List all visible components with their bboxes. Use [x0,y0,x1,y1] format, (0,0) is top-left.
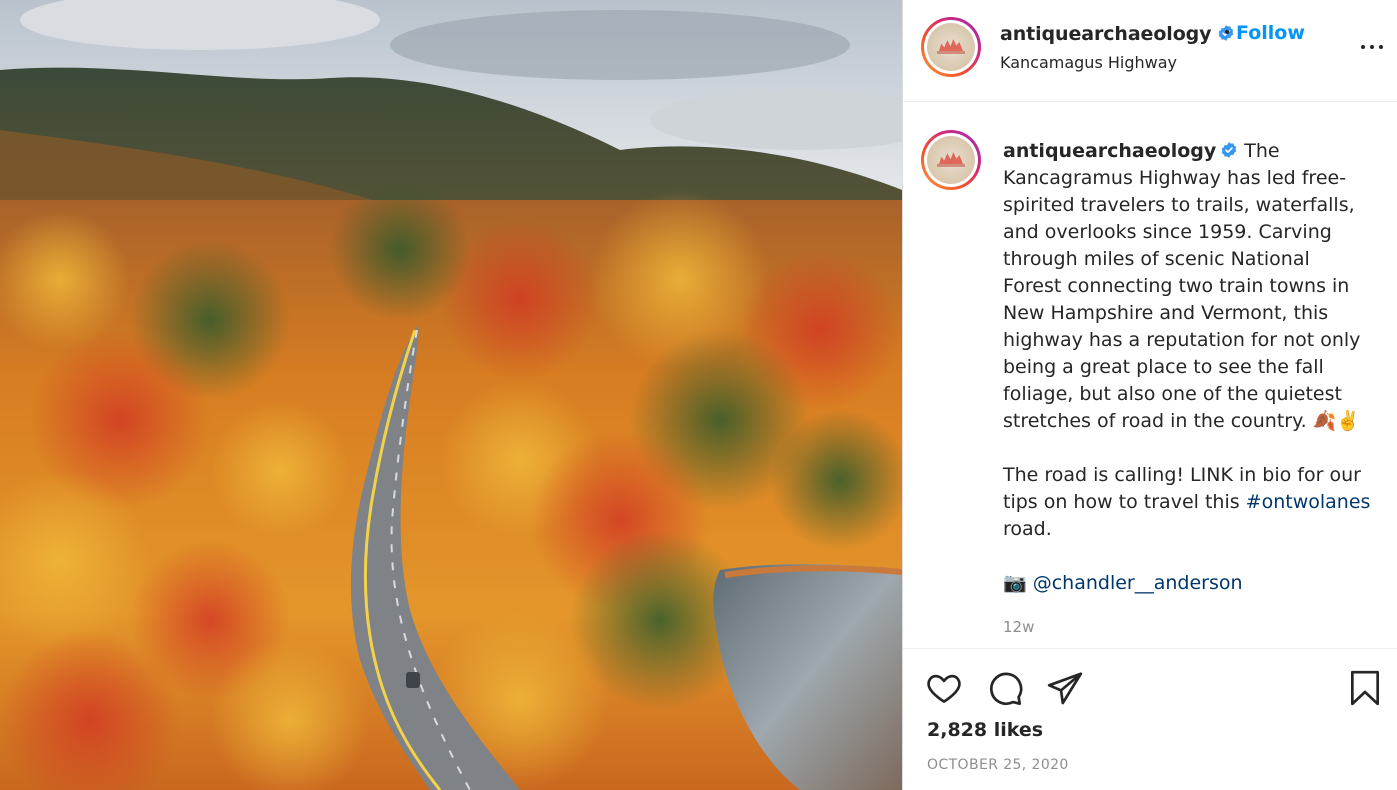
caption-username[interactable]: antiquearchaeology [1003,140,1216,162]
author-username[interactable]: antiquearchaeology [1000,23,1212,45]
avatar-image [927,136,975,184]
caption-cta: The road is calling! LINK in bio for our… [1003,462,1373,543]
post-location[interactable]: Kancamagus Highway [1000,53,1177,72]
verified-badge-icon [1221,141,1237,158]
caption-author-avatar[interactable] [921,130,981,190]
leaf-peace-emoji: 🍂✌️ [1312,410,1361,432]
likes-count[interactable]: 2,828 likes [927,719,1043,741]
author-avatar[interactable] [921,17,981,77]
caption-body: The Kancagramus Highway has led free-spi… [1003,140,1361,432]
caption-main: antiquearchaeology The Kancagramus Highw… [1003,138,1373,435]
separator-dot: • [1223,25,1232,41]
bookmark-icon[interactable] [1346,669,1384,707]
post-caption: antiquearchaeology The Kancagramus Highw… [1003,138,1373,597]
post-header: antiquearchaeology • Follow Kancamagus H… [903,0,1397,102]
post-date[interactable]: OCTOBER 25, 2020 [927,757,1069,773]
autumn-road-image [0,0,902,790]
caption-credit: 📷 @chandler__anderson [1003,570,1373,597]
avatar-image [927,23,975,71]
post-actions: 2,828 likes OCTOBER 25, 2020 [903,648,1397,790]
comment-icon[interactable] [986,669,1024,707]
caption-time-ago[interactable]: 12w [1003,618,1034,636]
mention-link[interactable]: @chandler__anderson [1033,572,1243,594]
cta-tail: road. [1003,518,1052,540]
share-icon[interactable] [1046,669,1084,707]
more-options-icon[interactable] [1357,34,1387,58]
follow-button[interactable]: Follow [1236,22,1305,44]
author-username-row: antiquearchaeology [1000,23,1235,45]
camera-icon: 📷 [1003,572,1027,594]
hashtag-link[interactable]: #ontwolanes [1246,491,1371,513]
post-photo[interactable] [0,0,902,790]
post-side-panel: antiquearchaeology • Follow Kancamagus H… [902,0,1397,790]
heart-icon[interactable] [925,669,963,707]
